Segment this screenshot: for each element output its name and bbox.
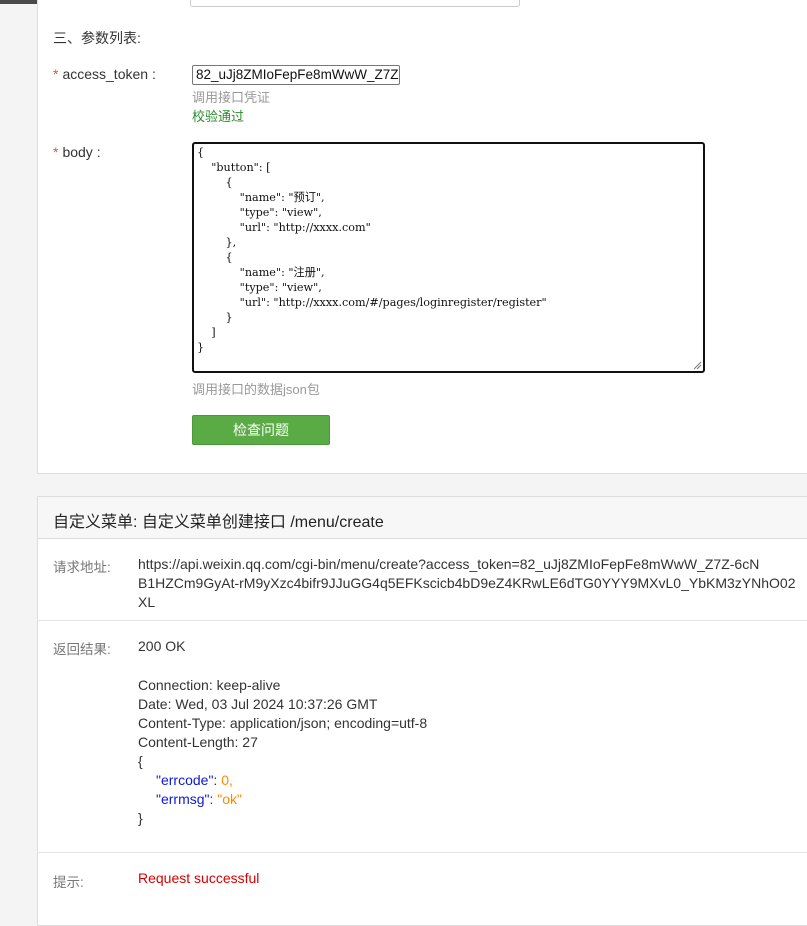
errmsg-key: "errmsg" xyxy=(156,791,210,807)
response-json-errcode: "errcode": 0, xyxy=(156,771,233,790)
errcode-key: "errcode" xyxy=(156,772,214,788)
access-token-label: * access_token : xyxy=(53,66,156,82)
access-token-hint: 调用接口凭证 xyxy=(192,90,271,105)
required-mark: * xyxy=(53,144,59,160)
params-section-title: 三、参数列表: xyxy=(53,30,141,46)
access-token-label-text: access_token : xyxy=(62,66,156,82)
body-label: * body : xyxy=(53,144,101,160)
response-json-open: { xyxy=(138,753,143,769)
required-mark: * xyxy=(53,66,59,82)
request-url-label: 请求地址: xyxy=(53,560,111,575)
request-url-value: https://api.weixin.qq.com/cgi-bin/menu/c… xyxy=(138,556,796,610)
body-json-text[interactable]: { "button": [ { "name": "预订", "type": "v… xyxy=(194,144,703,356)
response-header-content-type: Content-Type: application/json; encoding… xyxy=(138,715,428,731)
access-token-validation-status: 校验通过 xyxy=(192,109,245,124)
access-token-input[interactable]: 82_uJj8ZMIoFepFe8mWwW_Z7Z xyxy=(192,65,400,85)
divider xyxy=(38,852,807,853)
check-problem-button[interactable]: 检查问题 xyxy=(192,415,330,445)
previous-input-stub[interactable] xyxy=(190,0,520,7)
resize-grip-icon[interactable] xyxy=(693,361,702,370)
result-title: 自定义菜单: 自定义菜单创建接口 /menu/create xyxy=(53,514,384,531)
tip-value: Request successful xyxy=(138,870,260,886)
response-json-close: } xyxy=(138,810,143,826)
response-json-errmsg: "errmsg": "ok" xyxy=(156,790,242,809)
body-textarea[interactable]: { "button": [ { "name": "预订", "type": "v… xyxy=(192,142,705,373)
response-label: 返回结果: xyxy=(53,642,111,657)
divider xyxy=(38,620,807,621)
errmsg-value: "ok" xyxy=(217,791,243,807)
body-label-text: body : xyxy=(62,144,101,160)
body-hint: 调用接口的数据json包 xyxy=(192,382,320,397)
errcode-value: 0, xyxy=(221,772,233,788)
response-header-content-length: Content-Length: 27 xyxy=(138,734,258,750)
tip-label: 提示: xyxy=(53,875,84,890)
response-status-line: 200 OK xyxy=(138,638,186,654)
response-header-connection: Connection: keep-alive xyxy=(138,677,281,693)
response-header-date: Date: Wed, 03 Jul 2024 10:37:26 GMT xyxy=(138,696,378,712)
